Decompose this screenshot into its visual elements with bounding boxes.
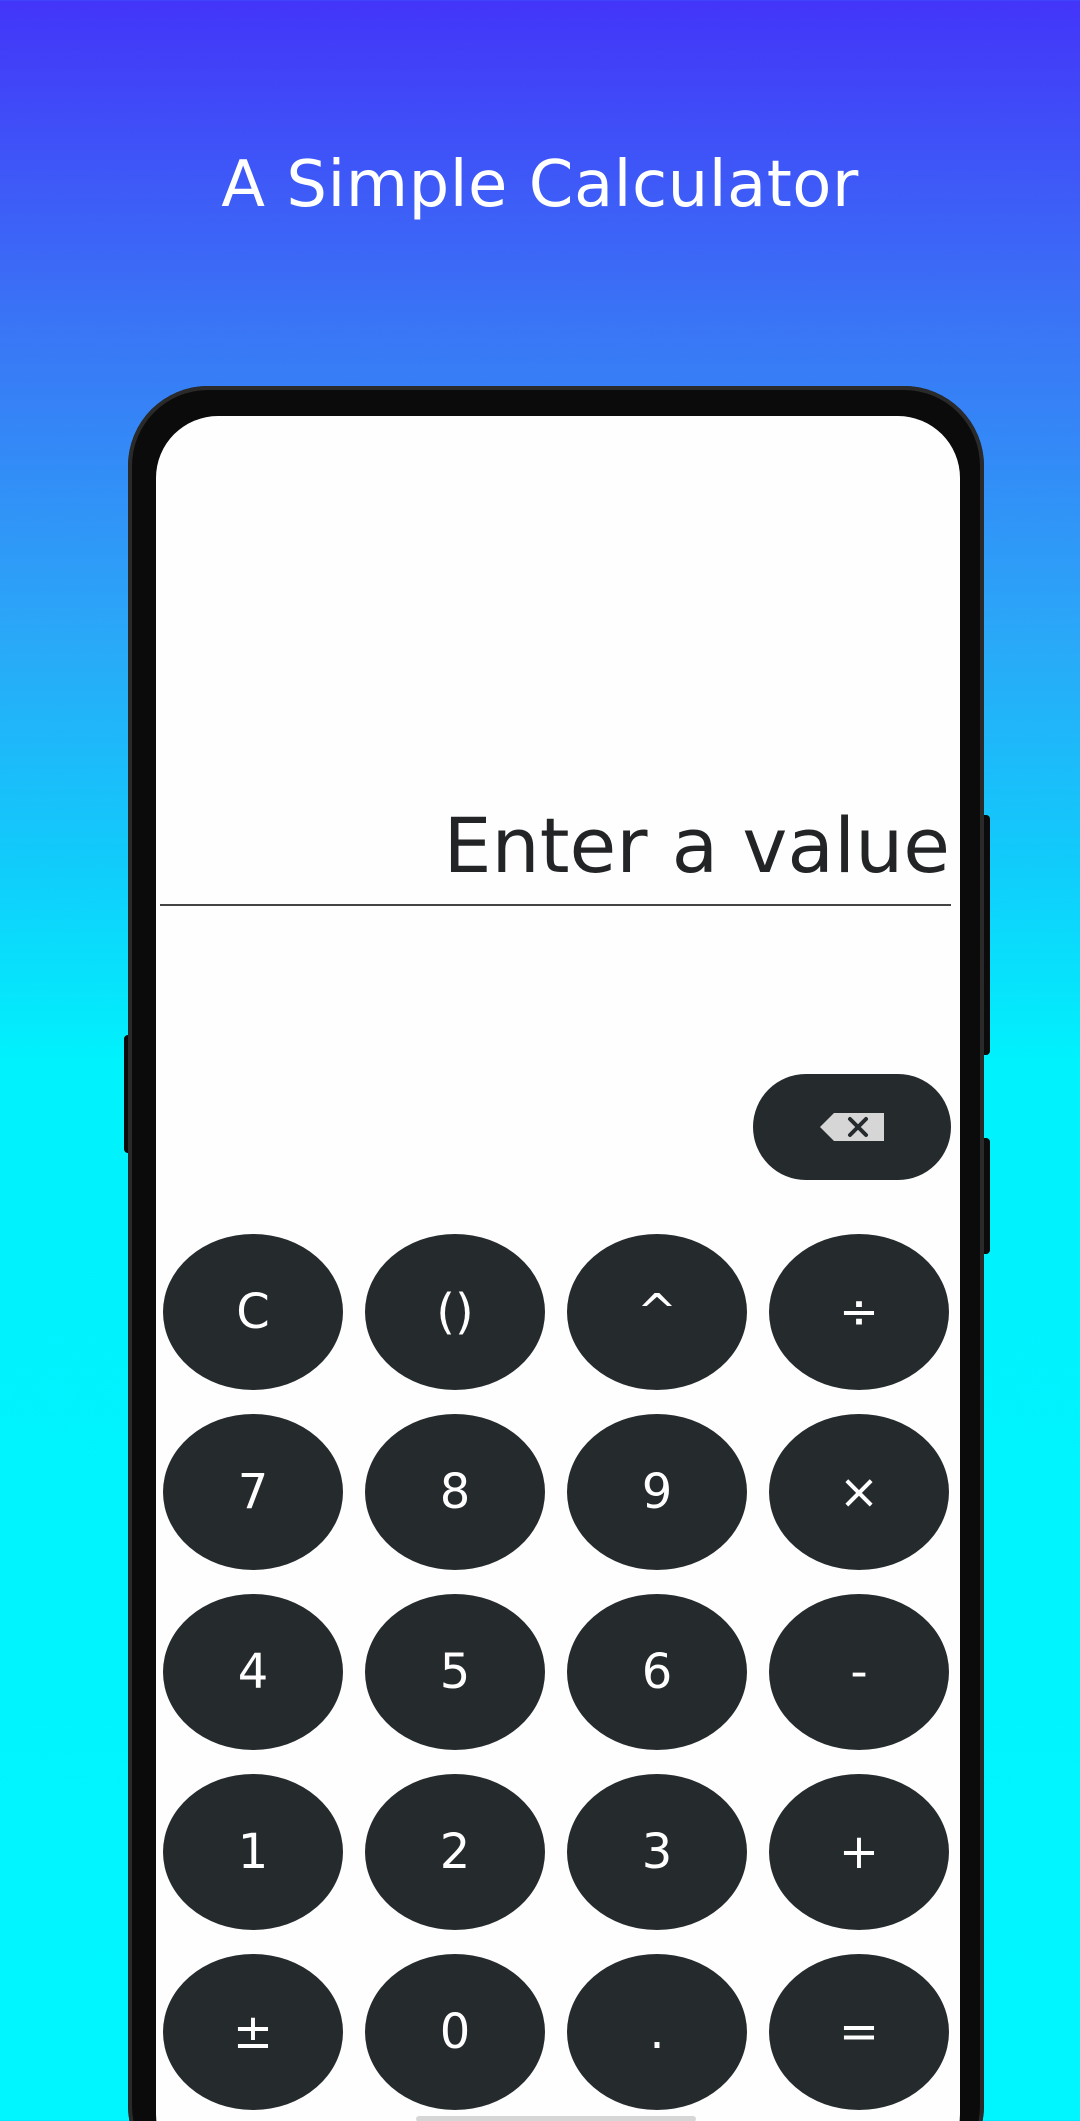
key-multiply[interactable]: ×: [769, 1414, 949, 1570]
key-divide[interactable]: ÷: [769, 1234, 949, 1390]
key-parentheses[interactable]: (): [365, 1234, 545, 1390]
calculator-screen: Enter a value C () ^ ÷ 7 8 9 × 4 5 6 - 1…: [156, 416, 960, 2121]
key-add[interactable]: +: [769, 1774, 949, 1930]
key-subtract[interactable]: -: [769, 1594, 949, 1750]
key-equals[interactable]: =: [769, 1954, 949, 2110]
home-indicator: [416, 2116, 696, 2121]
key-decimal[interactable]: .: [567, 1954, 747, 2110]
backspace-button[interactable]: [753, 1074, 951, 1180]
key-6[interactable]: 6: [567, 1594, 747, 1750]
key-8[interactable]: 8: [365, 1414, 545, 1570]
display-underline: [160, 904, 951, 906]
display-field[interactable]: Enter a value: [444, 801, 950, 890]
key-7[interactable]: 7: [163, 1414, 343, 1570]
key-plus-minus[interactable]: ±: [163, 1954, 343, 2110]
key-5[interactable]: 5: [365, 1594, 545, 1750]
key-4[interactable]: 4: [163, 1594, 343, 1750]
key-3[interactable]: 3: [567, 1774, 747, 1930]
key-power[interactable]: ^: [567, 1234, 747, 1390]
backspace-icon: [820, 1113, 884, 1141]
key-0[interactable]: 0: [365, 1954, 545, 2110]
key-9[interactable]: 9: [567, 1414, 747, 1570]
key-1[interactable]: 1: [163, 1774, 343, 1930]
key-clear[interactable]: C: [163, 1234, 343, 1390]
key-2[interactable]: 2: [365, 1774, 545, 1930]
promo-headline: A Simple Calculator: [221, 148, 859, 222]
